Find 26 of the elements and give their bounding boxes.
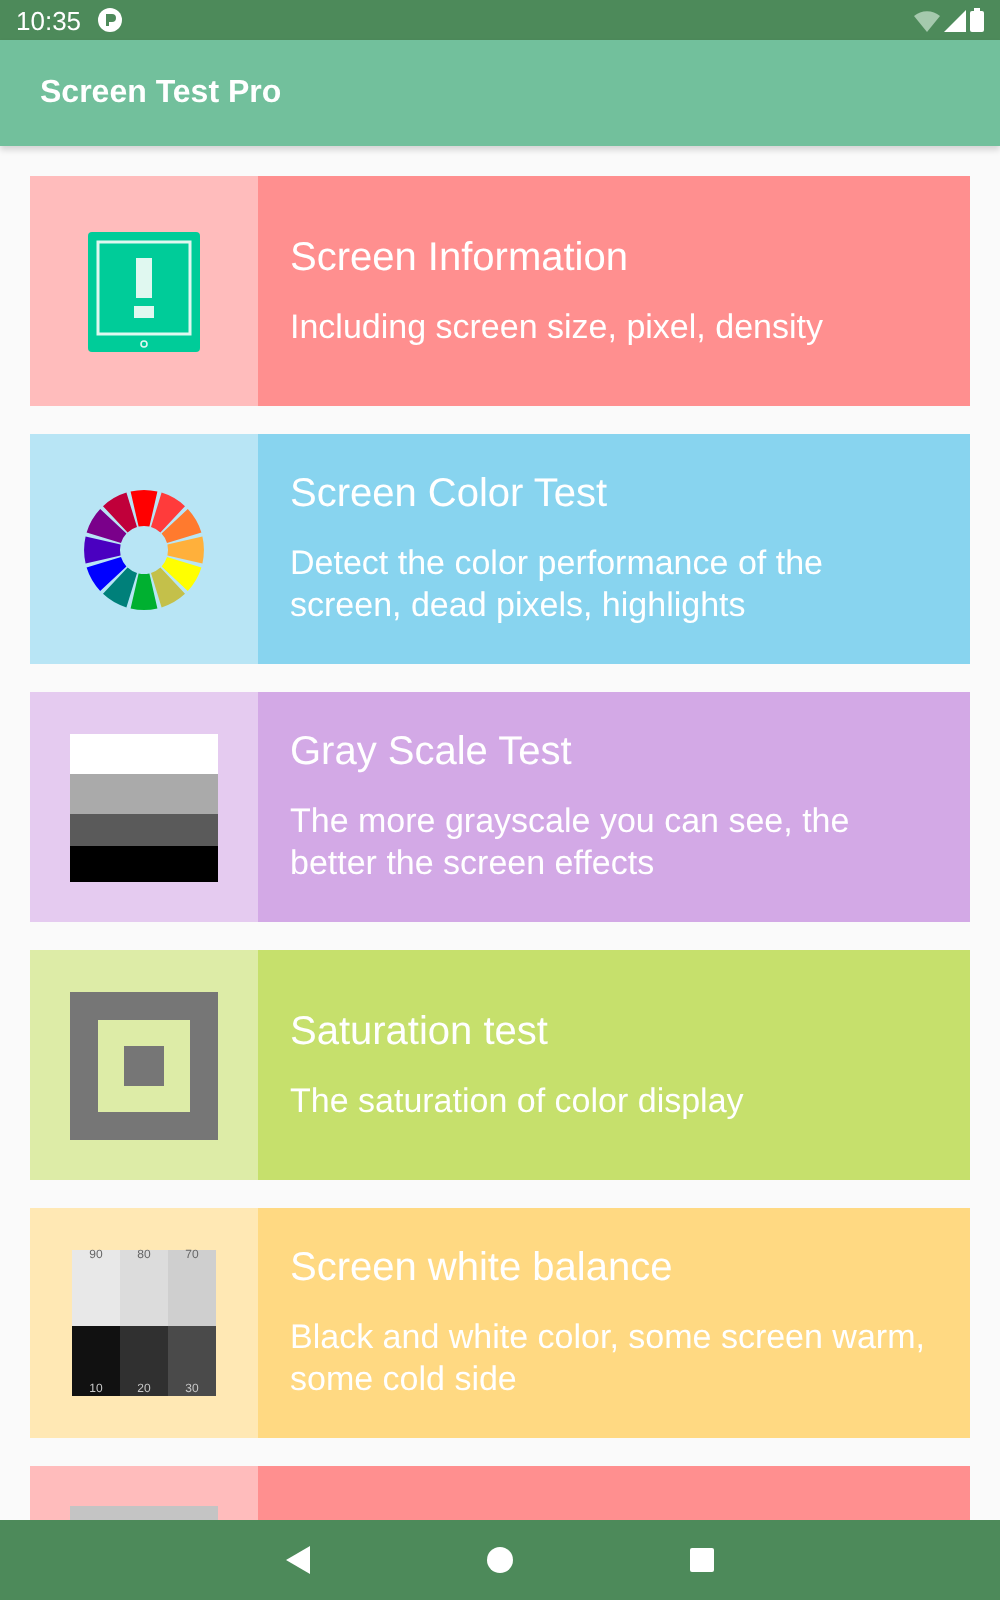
card-title: Screen Color Test <box>290 472 610 518</box>
status-time: 10:35 <box>16 5 82 35</box>
card-description: The saturation of color display <box>290 1079 746 1121</box>
card-title: Screen Information <box>290 235 630 281</box>
card-description: Including screen size, pixel, density <box>290 305 825 347</box>
grayscale-icon <box>70 733 218 881</box>
notification-icon <box>97 8 122 32</box>
wifi-icon <box>914 9 940 31</box>
back-icon[interactable] <box>286 1546 310 1574</box>
card-title: Screen white balance <box>290 1246 675 1292</box>
battery-icon <box>970 8 984 32</box>
menu-card[interactable]: Gray Scale Test The more grayscale you can see, the better the screen effects <box>30 692 970 922</box>
card-title: Gray Scale Test <box>290 730 574 776</box>
color-wheel-icon <box>82 487 206 611</box>
card-title: Saturation test <box>290 1009 550 1055</box>
menu-card[interactable]: Saturation test The saturation of color display <box>30 950 970 1180</box>
app-title: Screen Test Pro <box>40 75 282 111</box>
home-icon[interactable] <box>486 1546 514 1574</box>
tablet-alert-icon <box>86 229 202 353</box>
menu-card[interactable]: Screen Information Including screen size, pixel, density <box>30 176 970 406</box>
card-description: Detect the color performance of the screen, dead pixels, highlights <box>290 542 825 626</box>
nested-squares-icon <box>70 991 218 1139</box>
signal-icon <box>944 9 966 31</box>
card-description: Black and white color, some screen warm, some cold side <box>290 1316 927 1400</box>
menu-card[interactable]: Screen Color Test Detect the color performance of the screen, dead pixels, highlights <box>30 434 970 664</box>
card-description: The more grayscale you can see, the better the screen effects <box>290 800 852 884</box>
